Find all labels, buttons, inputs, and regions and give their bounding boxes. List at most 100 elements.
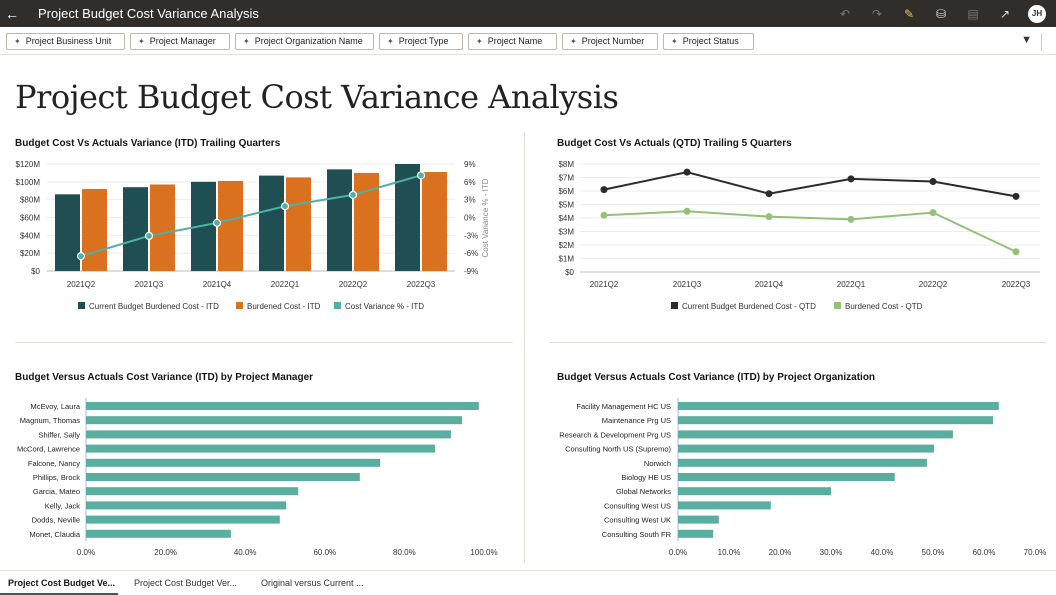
- data-point: [847, 175, 855, 183]
- x-tick-label: 80.0%: [393, 548, 416, 557]
- variance-point: [76, 252, 86, 261]
- category-label: Garcia, Mateo: [33, 487, 80, 496]
- tab-3[interactable]: Original versus Current ...: [261, 578, 364, 588]
- tab-2[interactable]: Project Cost Budget Ver...: [134, 578, 237, 588]
- y2-tick-label: 3%: [464, 196, 476, 205]
- x-tick-label: 60.0%: [313, 548, 336, 557]
- legend-label: Burdened Cost - QTD: [845, 302, 923, 311]
- x-tick-label: 0.0%: [669, 548, 687, 557]
- category-label: Consulting West US: [604, 501, 671, 510]
- x-tick-label: 30.0%: [820, 548, 843, 557]
- data-point: [765, 213, 773, 221]
- x-tick-label: 2022Q3: [1002, 280, 1031, 289]
- x-tick-label: 2021Q4: [203, 280, 232, 289]
- bar: [678, 529, 714, 538]
- bar: [86, 487, 299, 496]
- bar: [678, 402, 999, 410]
- x-tick-label: 70.0%: [1024, 548, 1047, 557]
- x-tick-label: 2022Q3: [407, 280, 436, 289]
- tab-1[interactable]: Project Cost Budget Ve...: [8, 578, 115, 588]
- legend-label: Burdened Cost - ITD: [247, 302, 321, 311]
- bar: [678, 515, 719, 524]
- x-tick-label: 10.0%: [718, 548, 741, 557]
- category-label: Consulting North US (Supremo): [565, 445, 671, 454]
- charts-canvas: $0 $20M $40M $60M $80M $100M $120M -9% -6% -3% 0% 3…: [16, 160, 1047, 557]
- category-label: Research & Development Prg US: [559, 430, 671, 439]
- legend-swatch: [834, 302, 841, 309]
- data-point: [683, 207, 691, 215]
- y2-axis-label: Cost Variance % - ITD: [481, 178, 490, 257]
- bar: [678, 430, 953, 439]
- x-tick-label: 40.0%: [234, 548, 257, 557]
- category-label: Biology HE US: [621, 473, 671, 482]
- x-tick-label: 2022Q2: [919, 280, 948, 289]
- bar: [86, 529, 231, 538]
- bar: [678, 501, 771, 510]
- legend-swatch: [334, 302, 341, 309]
- y-tick-label: $1M: [558, 255, 574, 264]
- bar-burdened-cost: [422, 172, 447, 271]
- legend-swatch: [671, 302, 678, 309]
- variance-point: [416, 171, 426, 180]
- x-tick-label: 2021Q2: [590, 280, 619, 289]
- bar-burdened-cost: [218, 180, 243, 271]
- x-tick-label: 2022Q1: [271, 280, 300, 289]
- data-point: [1012, 192, 1020, 200]
- y-tick-label: $4M: [558, 214, 574, 223]
- category-label: Maintenance Prg US: [602, 416, 671, 425]
- y-tick-label: $8M: [558, 160, 574, 169]
- bar-current-budget: [55, 194, 80, 271]
- category-label: Dodds, Neville: [32, 516, 80, 525]
- bar: [86, 430, 451, 439]
- y2-tick-label: 9%: [464, 160, 476, 169]
- x-tick-label: 2021Q3: [135, 280, 164, 289]
- x-tick-label: 40.0%: [871, 548, 894, 557]
- legend-label: Cost Variance % - ITD: [345, 302, 424, 311]
- x-tick-label: 2021Q2: [67, 280, 96, 289]
- bar: [678, 487, 831, 496]
- bar: [86, 473, 360, 481]
- category-label: Consulting South FR: [602, 530, 672, 539]
- data-point: [765, 190, 773, 198]
- y-tick-label: $20M: [20, 249, 40, 258]
- x-tick-label: 20.0%: [769, 548, 792, 557]
- category-label: Phillips, Brock: [33, 473, 80, 482]
- category-label: McCord, Lawrence: [17, 445, 80, 454]
- data-point: [929, 178, 937, 186]
- legend-swatch: [236, 302, 243, 309]
- bar: [86, 416, 463, 425]
- legend-label: Current Budget Burdened Cost - ITD: [89, 302, 219, 311]
- bar-burdened-cost: [286, 177, 311, 271]
- y-tick-label: $100M: [16, 178, 41, 187]
- bar: [86, 515, 280, 524]
- x-tick-label: 0.0%: [77, 548, 95, 557]
- bar-current-budget: [123, 187, 148, 271]
- y-tick-label: $40M: [20, 231, 40, 240]
- variance-point: [280, 202, 290, 211]
- x-tick-label: 60.0%: [973, 548, 996, 557]
- series-line: [603, 171, 1017, 198]
- y2-tick-label: 6%: [464, 178, 476, 187]
- bar-burdened-cost: [150, 184, 175, 271]
- category-label: Global Networks: [616, 487, 671, 496]
- y2-tick-label: -3%: [464, 231, 478, 240]
- bar: [86, 501, 287, 510]
- y2-tick-label: -6%: [464, 249, 478, 258]
- data-point: [600, 211, 608, 219]
- y-tick-label: $5M: [558, 201, 574, 210]
- x-tick-label: 2022Q1: [837, 280, 866, 289]
- bar: [86, 444, 436, 453]
- category-label: Monet, Claudia: [30, 530, 81, 539]
- y-tick-label: $0: [31, 267, 40, 276]
- y-tick-label: $2M: [558, 241, 574, 250]
- bar: [86, 458, 381, 467]
- y-tick-label: $60M: [20, 214, 40, 223]
- data-point: [683, 168, 691, 176]
- x-tick-label: 2022Q2: [339, 280, 368, 289]
- category-label: Shiffer, Sally: [38, 430, 80, 439]
- category-label: Facility Management HC US: [576, 402, 671, 411]
- bar-current-budget: [259, 175, 284, 271]
- bar: [678, 473, 895, 481]
- x-tick-label: 100.0%: [470, 548, 497, 557]
- bar: [678, 444, 935, 453]
